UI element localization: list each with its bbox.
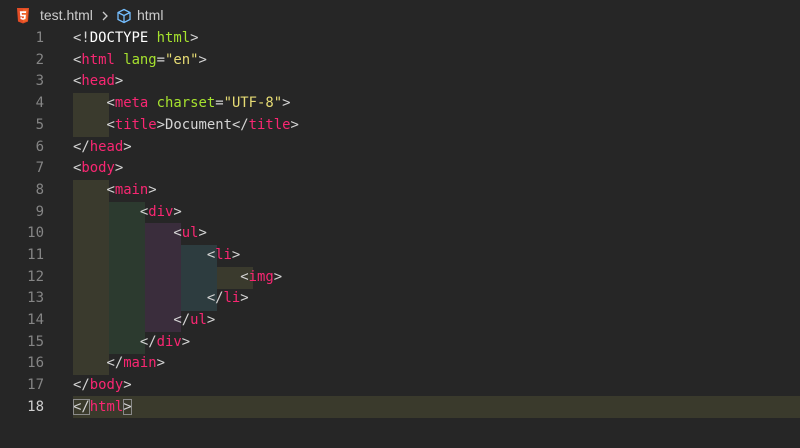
breadcrumb-symbol[interactable]: html [137,7,163,23]
line-number: 8 [35,182,44,198]
html5-icon [17,8,29,24]
line-number: 6 [35,139,44,155]
code-line[interactable]: <img> [73,267,282,289]
code-line[interactable]: </head> [73,137,132,159]
chevron-right-icon [102,11,108,21]
breadcrumb: test.html html [0,0,800,30]
line-number: 16 [27,355,44,371]
line-number-current: 18 [27,399,44,415]
code-line[interactable]: </main> [73,353,165,375]
code-line[interactable]: </div> [73,332,190,354]
line-number: 13 [27,290,44,306]
code-line[interactable]: <!DOCTYPE html> [73,28,198,50]
code-line[interactable]: <div> [73,202,182,224]
code-line[interactable]: <ul> [73,223,206,245]
code-line[interactable]: <title>Document</title> [73,115,298,137]
line-number: 11 [27,247,44,263]
breadcrumb-file[interactable]: test.html [40,7,93,23]
line-number: 4 [35,95,44,111]
line-number: 1 [35,30,44,46]
cube-icon [117,8,131,24]
line-number: 17 [27,377,44,393]
line-number: 14 [27,312,44,328]
code-line[interactable]: <body> [73,158,123,180]
code-line[interactable]: <meta charset="UTF-8"> [73,93,290,115]
code-line[interactable]: <li> [73,245,240,267]
code-editor[interactable]: test.html html 1 2 3 4 5 6 7 8 9 10 11 1… [0,0,800,448]
code-line[interactable]: <main> [73,180,156,202]
current-line-highlight [73,396,800,418]
code-line[interactable]: <html lang="en"> [73,50,207,72]
line-number: 3 [35,73,44,89]
code-line[interactable]: </li> [73,288,249,310]
line-number: 12 [27,269,44,285]
code-line[interactable]: </body> [73,375,132,397]
code-line[interactable]: <head> [73,71,123,93]
line-number: 9 [35,204,44,220]
line-number: 2 [35,52,44,68]
line-number: 10 [27,225,44,241]
line-number: 7 [35,160,44,176]
line-number: 15 [27,334,44,350]
code-line-current[interactable]: </html> [73,397,132,419]
code-line[interactable]: </ul> [73,310,215,332]
line-number: 5 [35,117,44,133]
